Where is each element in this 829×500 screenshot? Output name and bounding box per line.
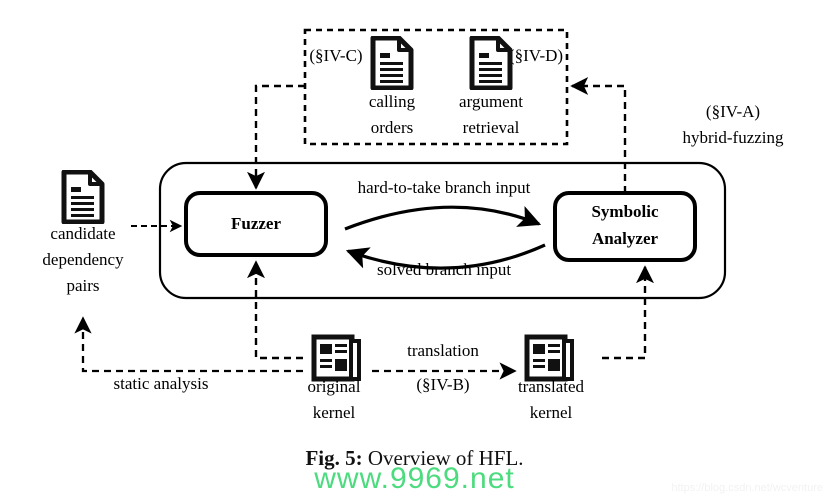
candidate-pairs-label-line1: candidate — [50, 224, 115, 243]
translated-kernel-label-line2: kernel — [530, 403, 573, 422]
analysis-item-argument-retrieval: (§IV-D) argument retrieval — [459, 38, 563, 137]
edge-label-solved-branch-input: solved branch input — [377, 260, 511, 279]
connector-analysis-to-fuzzer — [247, 84, 305, 190]
connector-translated-kernel-to-symbolic-analyzer — [602, 265, 654, 360]
process-label-static-analysis: static analysis — [114, 374, 209, 393]
connector-symbolic-analyzer-to-analysis — [570, 77, 627, 193]
translated-kernel-label-line1: translated — [518, 377, 585, 396]
argument-retrieval-label-line1: argument — [459, 92, 523, 111]
edge-label-hard-to-take-branch-input: hard-to-take branch input — [358, 178, 531, 197]
figure-hfl-overview: (§IV-C) calling orders (§IV-D) argument … — [0, 0, 829, 500]
node-fuzzer[interactable]: Fuzzer — [184, 191, 328, 257]
original-kernel-label-line1: original — [308, 377, 361, 396]
kernel-icon — [527, 337, 572, 379]
figure-caption-text: Overview of HFL. — [362, 446, 524, 470]
symbolic-analyzer-label-line1: Symbolic — [591, 202, 659, 221]
kernel-icon — [314, 337, 359, 379]
artifact-translated-kernel: translated kernel — [518, 337, 585, 422]
document-icon — [64, 172, 102, 222]
edge-hard-to-take-branch-input — [344, 205, 542, 231]
fuzzer-label: Fuzzer — [231, 214, 281, 233]
hybrid-fuzzing-section-tag: (§IV-A) — [706, 102, 760, 121]
candidate-pairs-label-line3: pairs — [66, 276, 99, 295]
document-icon — [373, 38, 411, 88]
argument-retrieval-label-line2: retrieval — [463, 118, 520, 137]
symbolic-analyzer-label-line2: Analyzer — [592, 229, 659, 248]
calling-orders-section-tag: (§IV-C) — [309, 46, 362, 65]
argument-retrieval-section-tag: (§IV-D) — [509, 46, 563, 65]
translation-section-tag: (§IV-B) — [416, 375, 469, 394]
artifact-original-kernel: original kernel — [308, 337, 361, 422]
calling-orders-label-line2: orders — [371, 118, 413, 137]
original-kernel-label-line2: kernel — [313, 403, 356, 422]
node-symbolic-analyzer[interactable]: Symbolic Analyzer — [553, 191, 697, 262]
hybrid-fuzzing-label: hybrid-fuzzing — [682, 128, 784, 147]
document-icon — [472, 38, 510, 88]
diagram-canvas: (§IV-C) calling orders (§IV-D) argument … — [42, 28, 784, 422]
artifact-candidate-dependency-pairs: candidate dependency pairs — [42, 172, 124, 295]
process-label-translation: translation — [407, 341, 479, 360]
figure-number: Fig. 5: — [305, 446, 363, 470]
figure-caption: Fig. 5: Overview of HFL. — [0, 446, 829, 471]
candidate-pairs-label-line2: dependency — [42, 250, 124, 269]
analysis-item-calling-orders: (§IV-C) calling orders — [309, 38, 416, 137]
calling-orders-label-line1: calling — [369, 92, 416, 111]
connector-static-analysis — [74, 316, 303, 373]
connector-original-kernel-to-fuzzer — [247, 260, 303, 360]
